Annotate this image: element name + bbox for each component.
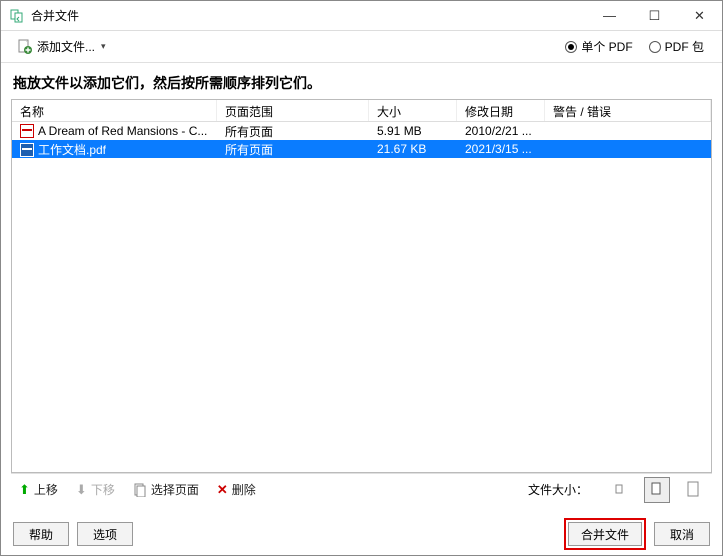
add-files-label: 添加文件... (37, 38, 95, 55)
filesize-label: 文件大小： (528, 481, 588, 498)
size-large-button[interactable] (682, 477, 708, 503)
add-files-button[interactable]: 添加文件... ▾ (11, 36, 112, 57)
move-down-label: 下移 (91, 481, 115, 498)
radio-single-label: 单个 PDF (581, 38, 632, 55)
file-name: A Dream of Red Mansions - C... (38, 124, 207, 138)
options-button[interactable]: 选项 (77, 522, 133, 546)
col-size[interactable]: 大小 (369, 100, 457, 121)
col-date[interactable]: 修改日期 (457, 100, 545, 121)
select-pages-button[interactable]: 选择页面 (129, 479, 203, 500)
merge-button[interactable]: 合并文件 (568, 522, 642, 546)
file-date: 2010/2/21 ... (457, 124, 545, 138)
list-body: A Dream of Red Mansions - C... 所有页面 5.91… (12, 122, 711, 472)
lower-toolbar: ⬆ 上移 ⬇ 下移 选择页面 ✕ 删除 文件大小： (11, 473, 712, 505)
arrow-up-icon: ⬆ (19, 482, 30, 498)
top-toolbar: 添加文件... ▾ 单个 PDF PDF 包 (1, 31, 722, 63)
file-list: 名称 页面范围 大小 修改日期 警告 / 错误 A Dream of Red M… (11, 99, 712, 473)
delete-button[interactable]: ✕ 删除 (213, 479, 260, 500)
file-range: 所有页面 (217, 141, 369, 158)
chevron-down-icon: ▾ (101, 41, 106, 52)
output-type-group: 单个 PDF PDF 包 (565, 38, 704, 55)
size-small-button[interactable] (606, 477, 632, 503)
page-icon (133, 483, 147, 497)
arrow-down-icon: ⬇ (76, 482, 87, 498)
size-medium-button[interactable] (644, 477, 670, 503)
app-icon (9, 8, 25, 24)
list-header: 名称 页面范围 大小 修改日期 警告 / 错误 (12, 100, 711, 122)
highlight-box: 合并文件 (564, 518, 646, 550)
file-size: 21.67 KB (369, 142, 457, 156)
maximize-button[interactable]: ☐ (632, 1, 677, 31)
move-up-label: 上移 (34, 481, 58, 498)
select-pages-label: 选择页面 (151, 481, 199, 498)
table-row[interactable]: A Dream of Red Mansions - C... 所有页面 5.91… (12, 122, 711, 140)
delete-label: 删除 (232, 481, 256, 498)
minimize-button[interactable]: — (587, 1, 632, 31)
footer: 帮助 选项 合并文件 取消 (1, 513, 722, 555)
radio-single-pdf[interactable]: 单个 PDF (565, 38, 632, 55)
table-row[interactable]: 工作文档.pdf 所有页面 21.67 KB 2021/3/15 ... (12, 140, 711, 158)
content-area: 拖放文件以添加它们，然后按所需顺序排列它们。 名称 页面范围 大小 修改日期 警… (1, 63, 722, 513)
file-size: 5.91 MB (369, 124, 457, 138)
merge-files-window: 合并文件 — ☐ ✕ 添加文件... ▾ 单个 PDF (0, 0, 723, 556)
close-button[interactable]: ✕ (677, 1, 722, 31)
pdf-icon (20, 143, 34, 157)
cancel-button[interactable]: 取消 (654, 522, 710, 546)
file-range: 所有页面 (217, 123, 369, 140)
col-range[interactable]: 页面范围 (217, 100, 369, 121)
help-button[interactable]: 帮助 (13, 522, 69, 546)
titlebar: 合并文件 — ☐ ✕ (1, 1, 722, 31)
radio-package-label: PDF 包 (665, 38, 704, 55)
instructions-text: 拖放文件以添加它们，然后按所需顺序排列它们。 (13, 73, 710, 93)
x-icon: ✕ (217, 482, 228, 498)
window-controls: — ☐ ✕ (587, 1, 722, 31)
col-name[interactable]: 名称 (12, 100, 217, 121)
file-name: 工作文档.pdf (38, 143, 106, 157)
radio-icon (649, 41, 661, 53)
file-date: 2021/3/15 ... (457, 142, 545, 156)
radio-pdf-package[interactable]: PDF 包 (649, 38, 704, 55)
move-down-button[interactable]: ⬇ 下移 (72, 479, 119, 500)
pdf-icon (20, 124, 34, 138)
window-title: 合并文件 (31, 7, 587, 24)
col-warn[interactable]: 警告 / 错误 (545, 100, 711, 121)
add-files-icon (17, 39, 33, 55)
radio-icon (565, 41, 577, 53)
move-up-button[interactable]: ⬆ 上移 (15, 479, 62, 500)
